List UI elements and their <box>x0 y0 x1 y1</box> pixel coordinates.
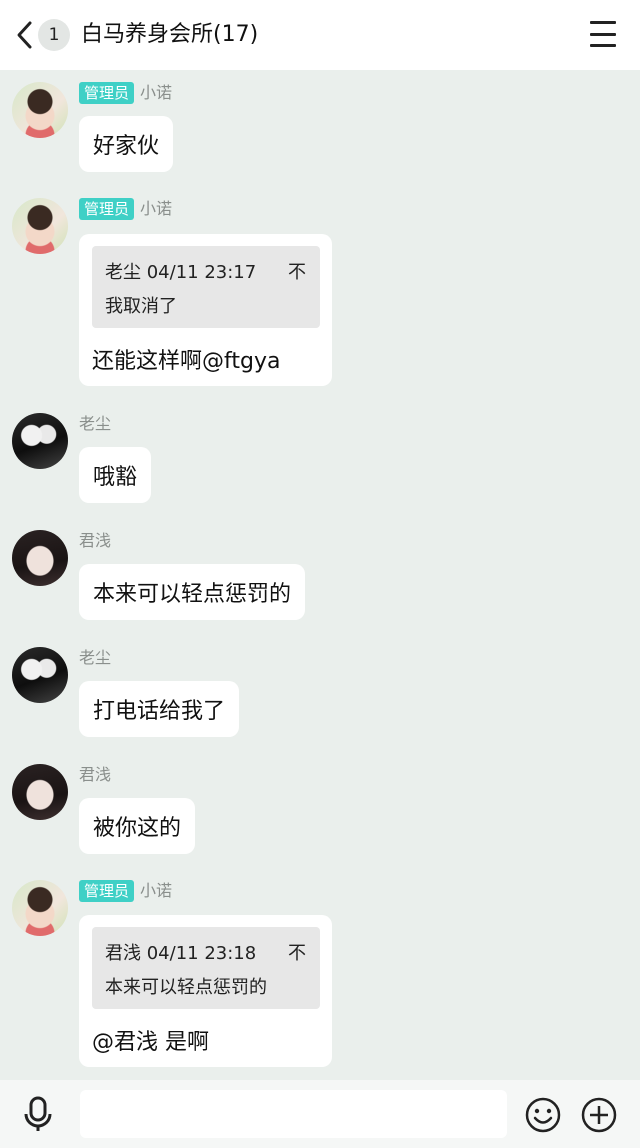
unread-count-badge: 1 <box>38 19 70 51</box>
avatar[interactable] <box>12 413 68 469</box>
quote-pin-label: 不 <box>288 262 306 283</box>
back-arrow-icon <box>14 17 36 53</box>
avatar[interactable] <box>12 647 68 703</box>
quoted-author-time: 君浅 04/11 23:18 <box>105 943 257 964</box>
quoted-text: 我取消了 <box>105 296 177 317</box>
message-item: 管理员 小诺 君浅 04/11 23:18 不 本来可以轻点惩罚的 @君浅 是啊 <box>0 868 640 1078</box>
message-text: 还能这样啊@ftgya <box>92 349 281 374</box>
avatar[interactable] <box>12 764 68 820</box>
message-bubble[interactable]: 打电话给我了 <box>79 681 240 737</box>
chat-title: 白马养身会所(17) <box>81 22 259 47</box>
message-bubble[interactable]: 本来可以轻点惩罚的 <box>79 564 306 620</box>
message-bubble[interactable]: 被你这的 <box>79 798 196 854</box>
menu-icon[interactable] <box>590 21 616 47</box>
chat-screen: 1 白马养身会所(17) 管理员 小诺 好家伙 管理员 小诺 老尘 04/11 … <box>0 0 640 1148</box>
admin-badge: 管理员 <box>79 82 135 104</box>
quote-pin-label: 不 <box>288 943 306 964</box>
message-bubble[interactable]: 君浅 04/11 23:18 不 本来可以轻点惩罚的 @君浅 是啊 <box>79 915 332 1067</box>
quoted-text: 本来可以轻点惩罚的 <box>105 977 267 998</box>
message-item: 管理员 小诺 好家伙 <box>0 70 640 186</box>
sender-name: 老尘 <box>79 414 112 433</box>
sender-row: 管理员 小诺 <box>79 880 172 902</box>
chat-header: 1 白马养身会所(17) <box>0 0 640 70</box>
avatar[interactable] <box>12 880 68 936</box>
quoted-message[interactable]: 君浅 04/11 23:18 不 本来可以轻点惩罚的 <box>92 927 320 1009</box>
message-bubble[interactable]: 好家伙 <box>79 116 174 172</box>
emoji-icon[interactable] <box>524 1096 562 1134</box>
message-item: 管理员 小诺 老尘 04/11 23:17 不 我取消了 还能这样啊@ftgya <box>0 186 640 396</box>
sender-row: 老尘 <box>79 413 111 435</box>
sender-row: 管理员 小诺 <box>79 82 172 104</box>
message-text: 好家伙 <box>93 134 160 159</box>
sender-row: 老尘 <box>79 647 111 669</box>
message-item: 老尘 打电话给我了 <box>0 635 640 751</box>
message-input[interactable] <box>80 1090 507 1138</box>
avatar[interactable] <box>12 198 68 254</box>
avatar[interactable] <box>12 82 68 138</box>
message-list[interactable]: 管理员 小诺 好家伙 管理员 小诺 老尘 04/11 23:17 不 我取消了 … <box>0 70 640 1080</box>
sender-name: 君浅 <box>79 531 112 550</box>
back-button[interactable]: 1 <box>14 17 76 53</box>
message-text: 打电话给我了 <box>93 699 226 724</box>
message-text: 本来可以轻点惩罚的 <box>93 582 292 607</box>
sender-name: 小诺 <box>140 199 173 218</box>
message-text: 被你这的 <box>93 816 182 841</box>
sender-row: 管理员 小诺 <box>79 198 172 220</box>
microphone-icon[interactable] <box>18 1094 58 1134</box>
message-text: 哦豁 <box>93 465 138 490</box>
sender-name: 小诺 <box>140 83 173 102</box>
input-bar <box>0 1080 640 1148</box>
sender-name: 君浅 <box>79 765 112 784</box>
quoted-message[interactable]: 老尘 04/11 23:17 不 我取消了 <box>92 246 320 328</box>
sender-row: 君浅 <box>79 764 111 786</box>
message-item: 君浅 被你这的 <box>0 752 640 868</box>
message-item: 老尘 哦豁 <box>0 401 640 517</box>
message-text: @君浅 是啊 <box>92 1030 209 1055</box>
message-bubble[interactable]: 哦豁 <box>79 447 152 503</box>
plus-icon[interactable] <box>580 1096 618 1134</box>
admin-badge: 管理员 <box>79 880 135 902</box>
quoted-author-time: 老尘 04/11 23:17 <box>105 262 257 283</box>
sender-name: 老尘 <box>79 648 112 667</box>
sender-name: 小诺 <box>140 881 173 900</box>
admin-badge: 管理员 <box>79 198 135 220</box>
avatar[interactable] <box>12 530 68 586</box>
message-item: 君浅 本来可以轻点惩罚的 <box>0 518 640 634</box>
message-bubble[interactable]: 老尘 04/11 23:17 不 我取消了 还能这样啊@ftgya <box>79 234 332 386</box>
sender-row: 君浅 <box>79 530 111 552</box>
